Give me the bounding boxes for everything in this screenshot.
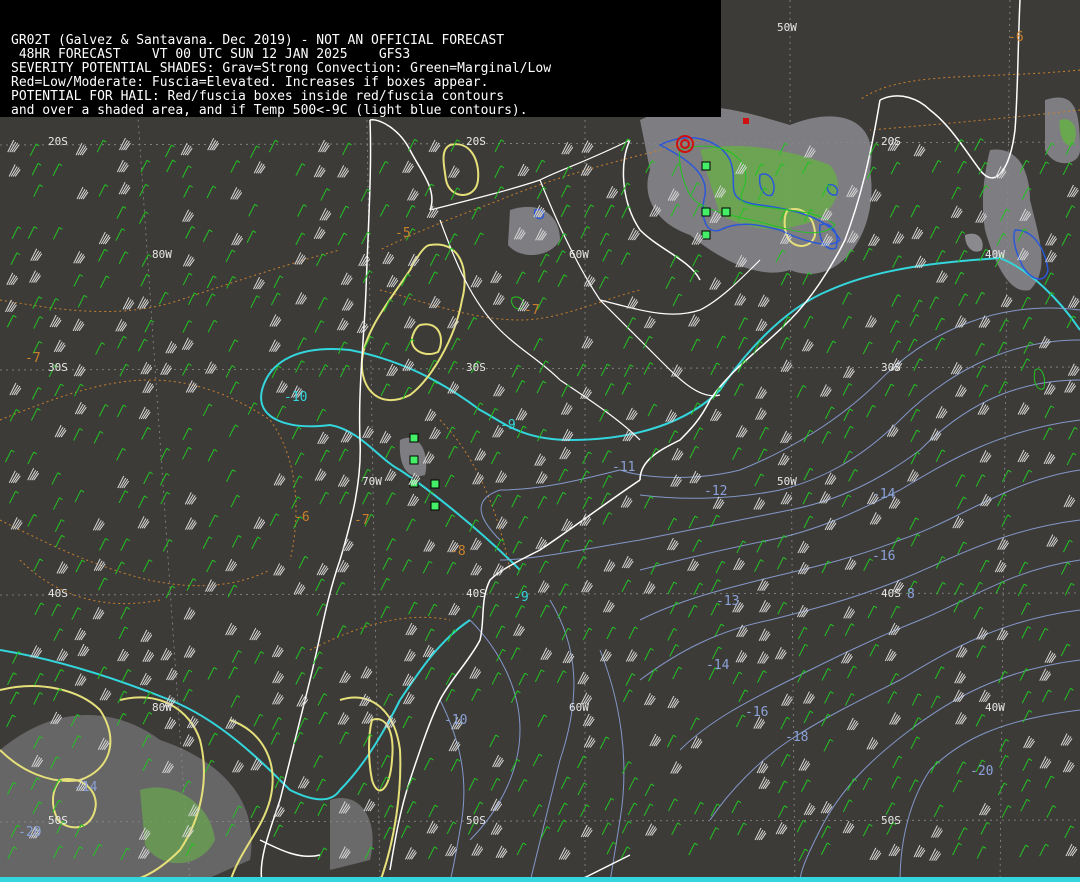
lat-label-50s: 50S	[881, 814, 901, 827]
lon-label-40w: 40W	[985, 248, 1005, 261]
lon-label-80w: 80W	[152, 248, 172, 261]
temp-label: -11	[612, 460, 636, 475]
bottom-border	[0, 877, 1080, 882]
lat-label-20s: 20S	[881, 135, 901, 148]
lat-label-20s: 20S	[466, 135, 486, 148]
temp-label: -13	[716, 594, 740, 609]
lat-label-30s: 30S	[466, 361, 486, 374]
lon-label-60w: 60W	[569, 248, 589, 261]
temp-label: -7	[354, 513, 370, 528]
temp-label: -7	[25, 351, 41, 366]
temp-label: -10	[444, 713, 468, 728]
header-line-2: 48HR FORECAST VT 00 UTC SUN 12 JAN 2025 …	[11, 47, 411, 62]
header-line-4: Red=Low/Moderate: Fuscia=Elevated. Incre…	[11, 75, 489, 90]
temp-label: -7	[524, 303, 540, 318]
header-line-6: and over a shaded area, and if Temp 500<…	[11, 103, 528, 118]
temp-label: -6	[1008, 30, 1024, 45]
header-line-1: GR02T (Galvez & Santavana. Dec 2019) - N…	[11, 33, 505, 48]
temp-label: -16	[872, 549, 896, 564]
header-line-5: POTENTIAL FOR HAIL: Red/fuscia boxes ins…	[11, 89, 505, 104]
temp-label: -20	[970, 764, 994, 779]
temp-label: -9	[513, 590, 529, 605]
forecast-header: GR02T (Galvez & Santavana. Dec 2019) - N…	[0, 0, 721, 118]
lat-label-40s: 40S	[881, 587, 901, 600]
temp-label: -9	[500, 418, 516, 433]
temp-label: -14	[706, 658, 730, 673]
temp-label: -5	[395, 226, 411, 241]
lon-label-50w: 50W	[777, 21, 797, 34]
temp-label: -18	[785, 730, 809, 745]
lat-label-40s: 40S	[48, 587, 68, 600]
lon-label-50w: 50W	[777, 475, 797, 488]
lon-label-80w: 80W	[152, 701, 172, 714]
lat-label-50s: 50S	[48, 814, 68, 827]
lon-label-40w: 40W	[985, 701, 1005, 714]
lon-label-70w: 70W	[362, 475, 382, 488]
lat-label-30s: 30S	[48, 361, 68, 374]
temp-label: -6	[294, 510, 310, 525]
forecast-map	[0, 0, 1080, 882]
temp-label: -12	[704, 484, 728, 499]
lat-label-30s: 30S	[881, 361, 901, 374]
temp-label: -14	[872, 487, 896, 502]
lat-label-50s: 50S	[466, 814, 486, 827]
temp-label: -10	[284, 390, 308, 405]
temp-label: -8	[450, 544, 466, 559]
temp-label: 8	[907, 587, 915, 602]
lat-label-40s: 40S	[466, 587, 486, 600]
lat-label-20s: 20S	[48, 135, 68, 148]
header-line-3: SEVERITY POTENTIAL SHADES: Grav=Strong C…	[11, 61, 552, 76]
temp-label: -14	[74, 780, 98, 795]
temp-label: -20	[18, 825, 42, 840]
lon-label-60w: 60W	[569, 701, 589, 714]
temp-label: -16	[745, 705, 769, 720]
